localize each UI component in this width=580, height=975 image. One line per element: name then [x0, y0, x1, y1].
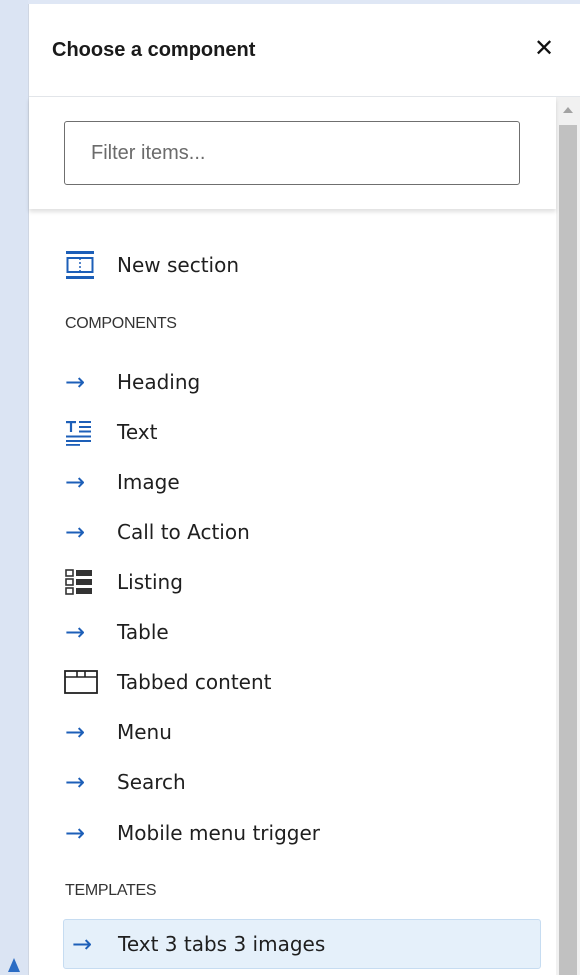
new-section-label: New section: [117, 253, 240, 277]
component-label: Table: [117, 620, 169, 644]
filter-input[interactable]: [64, 121, 520, 185]
listing-icon: [63, 568, 101, 596]
dialog-header: Choose a component ✕: [29, 4, 580, 97]
component-item-search[interactable]: → Search: [63, 762, 543, 802]
arrow-right-icon: →: [65, 468, 86, 496]
component-label: Search: [117, 770, 186, 794]
component-label: Menu: [117, 720, 172, 744]
scrollbar-thumb[interactable]: [559, 125, 577, 975]
component-label: Image: [117, 470, 180, 494]
template-label: Text 3 tabs 3 images: [118, 932, 326, 956]
arrow-right-icon: →: [65, 819, 86, 847]
component-item-call-to-action[interactable]: → Call to Action: [63, 512, 543, 552]
arrow-right-icon: →: [65, 618, 86, 646]
scrollbar[interactable]: [556, 97, 580, 975]
component-item-listing[interactable]: Listing: [63, 562, 543, 602]
close-button[interactable]: ✕: [530, 34, 558, 62]
dialog-title: Choose a component: [52, 39, 256, 61]
arrow-right-icon: →: [65, 768, 86, 796]
templates-heading: TEMPLATES: [65, 882, 157, 899]
component-label: Heading: [117, 370, 201, 394]
tabs-icon: [63, 668, 101, 696]
arrow-right-icon: →: [72, 930, 93, 958]
component-item-mobile-menu-trigger[interactable]: → Mobile menu trigger: [63, 813, 543, 853]
template-item-text-3-tabs-3-images[interactable]: → Text 3 tabs 3 images: [63, 919, 541, 969]
component-item-heading[interactable]: → Heading: [63, 362, 543, 402]
resize-corner-icon: [8, 958, 20, 972]
component-item-table[interactable]: → Table: [63, 612, 543, 652]
arrow-right-icon: →: [65, 368, 86, 396]
component-item-menu[interactable]: → Menu: [63, 712, 543, 752]
component-label: Listing: [117, 570, 183, 594]
text-icon: [63, 418, 101, 446]
arrow-right-icon: →: [65, 718, 86, 746]
component-label: Mobile menu trigger: [117, 821, 320, 845]
component-item-tabbed-content[interactable]: Tabbed content: [63, 662, 543, 702]
component-label: Text: [117, 420, 158, 444]
component-label: Tabbed content: [117, 670, 272, 694]
component-label: Call to Action: [117, 520, 250, 544]
filter-area: [29, 97, 556, 209]
arrow-right-icon: →: [65, 518, 86, 546]
scroll-up-icon[interactable]: [563, 107, 573, 113]
component-item-image[interactable]: → Image: [63, 462, 543, 502]
section-icon: [63, 251, 101, 279]
background-strip: [0, 0, 28, 975]
component-chooser-dialog: Choose a component ✕ New section COMPONE…: [28, 4, 580, 975]
component-item-text[interactable]: Text: [63, 412, 543, 452]
components-heading: COMPONENTS: [65, 315, 177, 332]
new-section-item[interactable]: New section: [63, 245, 543, 285]
